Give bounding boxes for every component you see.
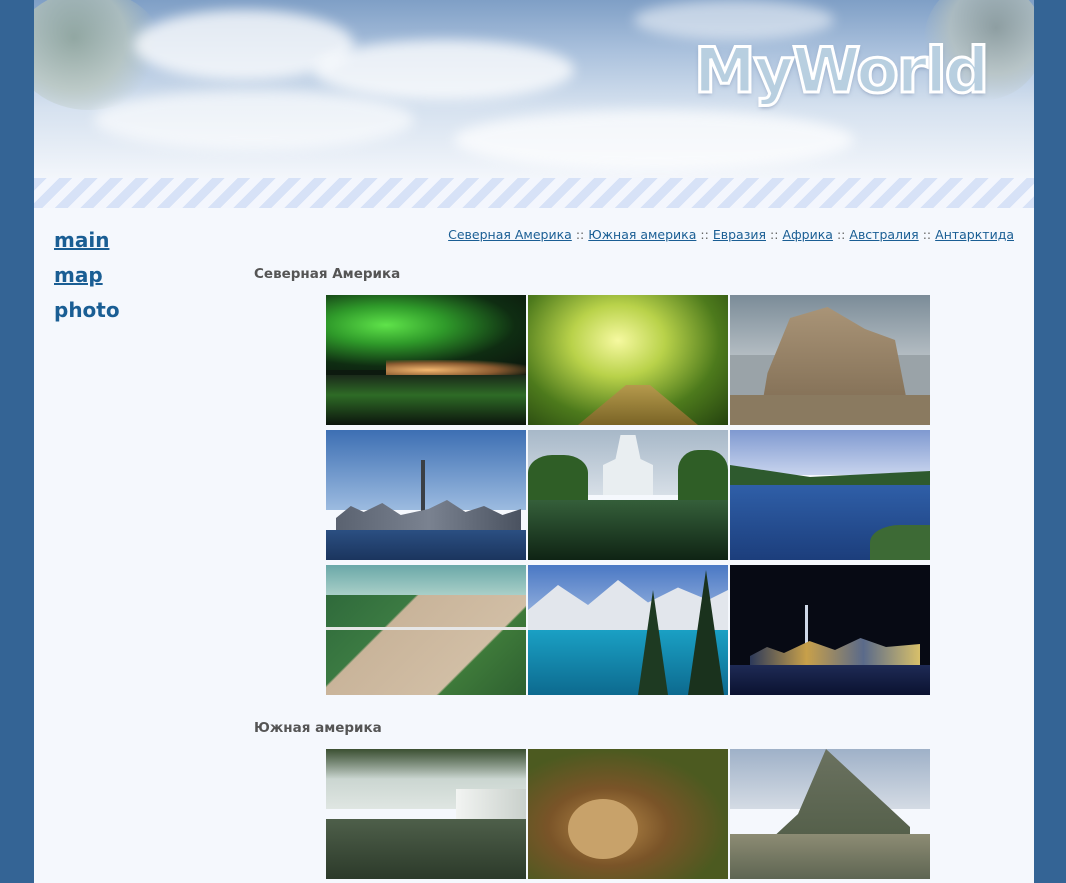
forest-path-photo[interactable]: [528, 295, 728, 425]
region-link-africa[interactable]: Африка: [782, 227, 833, 242]
section-title-south-america: Южная америка: [254, 720, 382, 736]
sand-sculpture-photo[interactable]: [730, 295, 930, 425]
region-link-australia[interactable]: Австралия: [849, 227, 918, 242]
sidebar-nav: main map photo: [54, 226, 120, 331]
mountain-lake-photo[interactable]: [730, 430, 930, 560]
nav-link-main[interactable]: main: [54, 226, 120, 261]
separator: ::: [836, 227, 846, 242]
toronto-skyline-photo[interactable]: [326, 430, 526, 560]
page: MyWorld main map photo Северная Америка:…: [34, 0, 1034, 883]
night-city-photo[interactable]: [730, 565, 930, 695]
river-bridge-photo[interactable]: [326, 565, 526, 695]
separator: ::: [922, 227, 932, 242]
header-stripe-divider: [34, 178, 1034, 208]
separator: ::: [575, 227, 585, 242]
region-links: Северная Америка:: Южная америка:: Евразия…: [448, 227, 1014, 242]
moraine-lake-photo[interactable]: [528, 565, 728, 695]
region-link-south-america[interactable]: Южная америка: [588, 227, 696, 242]
nav-link-map[interactable]: map: [54, 261, 120, 296]
capitol-photo[interactable]: [528, 430, 728, 560]
separator: ::: [770, 227, 779, 242]
header-banner: MyWorld: [34, 0, 1034, 178]
gallery-north-america: [326, 295, 932, 695]
site-logo[interactable]: MyWorld: [692, 34, 990, 107]
waterfall-photo[interactable]: [326, 749, 526, 879]
section-title-north-america: Северная Америка: [254, 266, 401, 282]
machu-picchu-photo[interactable]: [730, 749, 930, 879]
gallery-south-america: [326, 749, 932, 883]
nav-link-photo[interactable]: photo: [54, 296, 120, 331]
region-link-eurasia[interactable]: Евразия: [713, 227, 766, 242]
sloth-photo[interactable]: [528, 749, 728, 879]
region-link-antarctica[interactable]: Антарктида: [935, 227, 1014, 242]
region-link-north-america[interactable]: Северная Америка: [448, 227, 572, 242]
aurora-photo[interactable]: [326, 295, 526, 425]
separator: ::: [700, 227, 709, 242]
